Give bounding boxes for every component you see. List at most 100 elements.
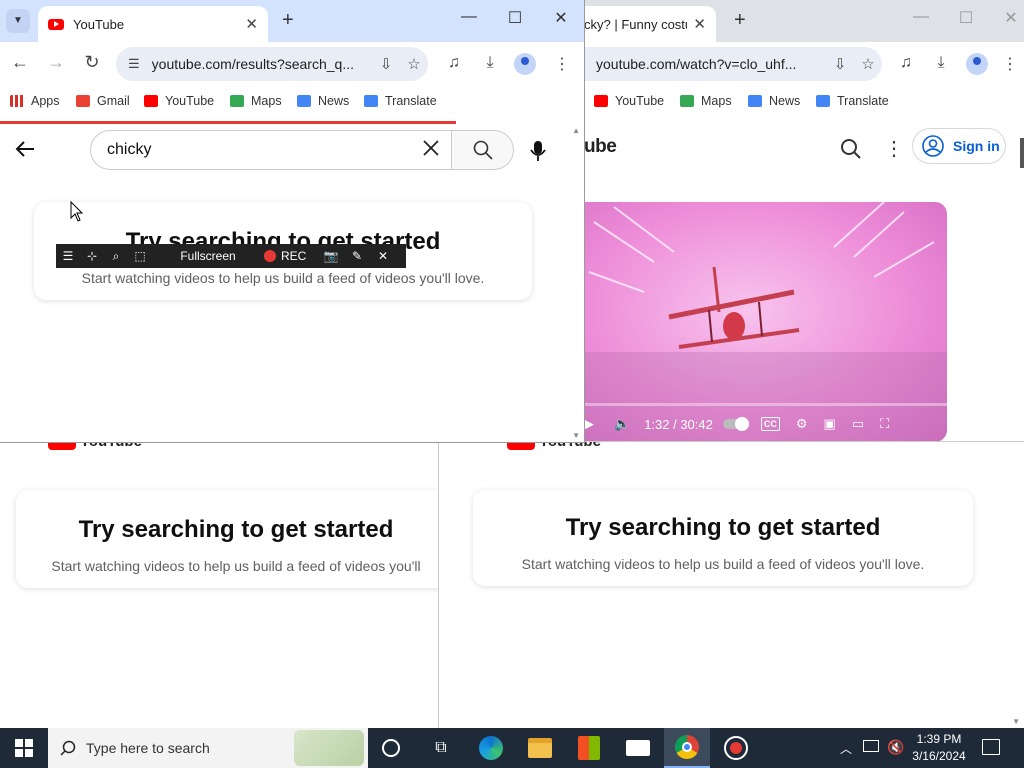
tab-youtube[interactable]: YouTube ✕ <box>38 6 268 42</box>
mail-icon[interactable] <box>626 740 650 756</box>
clock[interactable]: 1:39 PM 3/16/2024 <box>912 731 966 765</box>
downloads-icon[interactable]: ⤓ <box>929 54 953 72</box>
bookmark-star-icon[interactable]: ☆ <box>400 55 428 73</box>
bookmark-gmail[interactable]: Gmail <box>76 94 130 108</box>
bookmark-apps[interactable]: Apps <box>10 94 60 108</box>
page-load-progress <box>0 121 456 124</box>
record-button[interactable]: REC <box>264 249 318 263</box>
miniplayer-icon[interactable]: ▣ <box>824 416 836 432</box>
scroll-up-arrow-icon[interactable]: ▲ <box>572 126 580 135</box>
bookmark-translate[interactable]: Translate <box>816 94 889 108</box>
address-bar[interactable]: youtube.com/watch?v=clo_uhf... ⇩ ☆ <box>584 47 882 81</box>
search-box[interactable]: chicky <box>90 130 452 170</box>
bookmark-maps[interactable]: Maps <box>680 94 732 108</box>
theater-mode-icon[interactable]: ▭ <box>852 416 864 432</box>
address-bar[interactable]: ☰ youtube.com/results?search_q... ⇩ ☆ <box>116 47 428 81</box>
back-icon[interactable]: ← <box>8 52 32 73</box>
fullscreen-icon[interactable]: ⛶ <box>880 416 889 432</box>
bookmark-youtube[interactable]: YouTube <box>594 94 664 108</box>
voice-search-icon[interactable] <box>528 140 548 167</box>
maps-icon <box>230 95 244 107</box>
notifications-icon[interactable] <box>982 739 1000 755</box>
autoplay-toggle[interactable] <box>722 417 749 431</box>
media-controls-icon[interactable]: ♫ <box>442 54 466 72</box>
cortana-icon[interactable] <box>382 739 400 757</box>
menu-icon[interactable]: ☰ <box>56 249 80 263</box>
camera-icon[interactable]: 📷 <box>318 249 344 263</box>
youtube-icon <box>144 95 158 107</box>
minimize-button[interactable]: — <box>454 8 484 26</box>
maximize-button[interactable]: ☐ <box>500 8 530 28</box>
bookmark-news[interactable]: News <box>297 94 349 108</box>
news-icon <box>297 95 311 107</box>
scrollbar-thumb[interactable] <box>1020 138 1024 168</box>
reload-icon[interactable]: ↻ <box>80 52 104 73</box>
search-input[interactable]: chicky <box>107 141 411 159</box>
new-tab-button[interactable]: + <box>734 10 746 30</box>
video-player[interactable]: ▶ 🔈 1:32 / 30:42 CC ⚙ ▣ ▭ ⛶ <box>584 202 947 441</box>
menu-kebab-icon[interactable]: ⋮ <box>998 54 1022 74</box>
collapse-icon[interactable]: ⊹ <box>80 249 104 263</box>
taskbar-search-box[interactable]: Type here to search <box>48 728 368 768</box>
bookmark-maps[interactable]: Maps <box>230 94 282 108</box>
region-select-icon[interactable]: ⬚ <box>128 249 152 263</box>
captions-icon[interactable]: CC <box>760 417 780 431</box>
task-view-icon[interactable]: ⧉ <box>432 739 450 757</box>
media-controls-icon[interactable]: ♫ <box>894 54 918 72</box>
close-window-button[interactable]: ✕ <box>546 8 576 28</box>
screen-recorder-taskbar-icon[interactable] <box>724 736 748 760</box>
bookmark-star-icon[interactable]: ☆ <box>854 55 882 73</box>
new-tab-button[interactable]: + <box>282 10 294 30</box>
fullscreen-button[interactable]: Fullscreen <box>152 249 264 263</box>
minimize-button[interactable]: — <box>906 8 936 26</box>
network-icon[interactable] <box>863 740 879 752</box>
zoom-region-icon[interactable]: ⌕ <box>104 249 128 264</box>
close-tab-icon[interactable]: ✕ <box>693 15 706 33</box>
volume-muted-icon[interactable]: 🔇 <box>887 739 904 756</box>
downloads-icon[interactable]: ⤓ <box>478 54 502 72</box>
chrome-taskbar-button[interactable] <box>664 728 710 768</box>
maps-icon <box>680 95 694 107</box>
show-hidden-icons-icon[interactable]: ︿ <box>840 740 852 757</box>
tab-search-icon[interactable]: ▼ <box>6 9 30 33</box>
account-circle-icon <box>922 135 944 157</box>
settings-kebab-icon[interactable]: ⋮ <box>884 136 904 161</box>
edge-icon[interactable] <box>479 736 503 760</box>
bookmarks-bar: YouTube Maps News Translate <box>584 86 1024 116</box>
profile-avatar-icon[interactable] <box>514 53 536 75</box>
back-arrow-icon[interactable] <box>14 138 36 165</box>
youtube-icon <box>594 95 608 107</box>
search-button[interactable] <box>452 130 514 170</box>
start-button[interactable] <box>0 728 48 768</box>
volume-icon[interactable]: 🔈 <box>614 416 630 432</box>
install-app-icon[interactable]: ⇩ <box>372 55 400 73</box>
scroll-down-arrow-icon[interactable]: ▼ <box>1012 717 1020 726</box>
next-icon[interactable]: ▶ <box>584 416 594 432</box>
install-app-icon[interactable]: ⇩ <box>826 55 854 73</box>
settings-gear-icon[interactable]: ⚙ <box>796 416 808 432</box>
search-icon <box>473 140 493 160</box>
menu-kebab-icon[interactable]: ⋮ <box>550 54 574 74</box>
close-window-button[interactable]: ✕ <box>996 8 1024 28</box>
url-text: youtube.com/results?search_q... <box>151 56 354 72</box>
pen-icon[interactable]: ✎ <box>344 249 370 263</box>
bookmark-youtube[interactable]: YouTube <box>144 94 214 108</box>
profile-avatar-icon[interactable] <box>966 53 988 75</box>
forward-icon[interactable]: → <box>44 52 68 73</box>
scroll-down-arrow-icon[interactable]: ▼ <box>572 431 580 440</box>
toolbar: youtube.com/watch?v=clo_uhf... ⇩ ☆ ♫ ⤓ ⋮ <box>584 42 1024 86</box>
close-tab-icon[interactable]: ✕ <box>245 15 258 33</box>
search-icon[interactable] <box>840 138 862 165</box>
site-info-icon[interactable]: ☰ <box>128 56 140 72</box>
maximize-button[interactable]: ☐ <box>951 8 981 28</box>
clear-search-icon[interactable] <box>411 139 451 162</box>
sign-in-button[interactable]: Sign in <box>912 128 1006 164</box>
translate-icon <box>816 95 830 107</box>
file-explorer-icon[interactable] <box>528 738 552 758</box>
microsoft-store-icon[interactable] <box>578 736 600 760</box>
bookmark-translate[interactable]: Translate <box>364 94 437 108</box>
gmail-icon <box>76 95 90 107</box>
close-recorder-icon[interactable]: ✕ <box>370 249 396 263</box>
bookmark-news[interactable]: News <box>748 94 800 108</box>
tab-video[interactable]: cky? | Funny costur ✕ <box>584 6 716 42</box>
